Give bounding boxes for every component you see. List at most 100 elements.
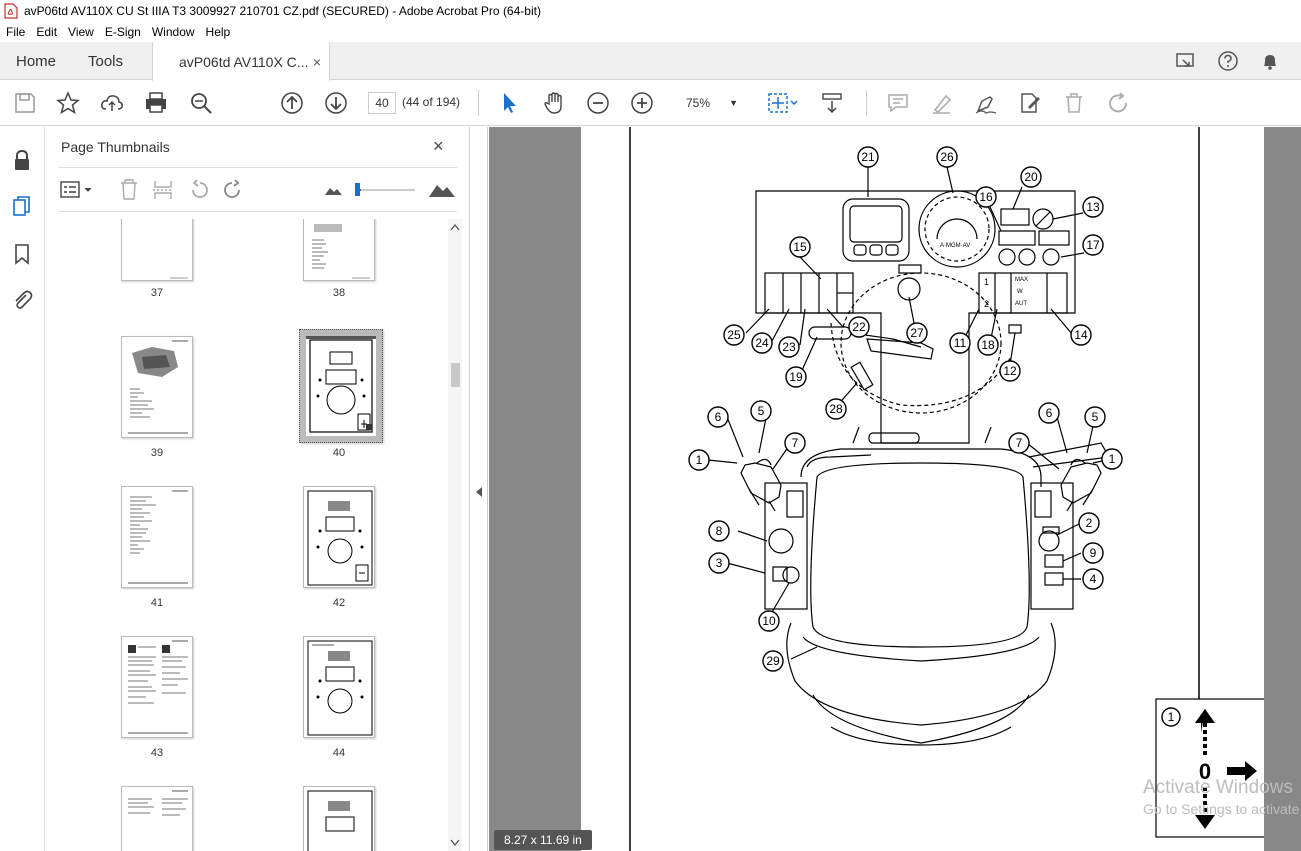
options-menu-icon[interactable] [60, 181, 92, 198]
tab-document[interactable]: avP06td AV110X C... × [152, 42, 330, 81]
svg-text:16: 16 [979, 190, 993, 204]
zoom-in-icon[interactable] [630, 91, 654, 115]
comment-icon[interactable] [886, 91, 910, 115]
svg-text:A·MGM·AV: A·MGM·AV [940, 243, 970, 249]
close-icon[interactable]: × [433, 136, 444, 157]
page-thumbnail[interactable] [121, 336, 193, 438]
svg-text:24: 24 [755, 336, 769, 350]
document-view[interactable]: 21 26 20 16 13 15 17 25 24 23 22 27 11 1… [489, 127, 1301, 851]
delete-page-icon[interactable] [121, 179, 137, 200]
svg-text:26: 26 [940, 150, 954, 164]
svg-text:4: 4 [1090, 572, 1097, 586]
bookmark-star-icon[interactable] [56, 91, 80, 115]
page-thumbnail[interactable] [121, 219, 193, 281]
page-thumbnail[interactable] [121, 486, 193, 588]
menu-window[interactable]: Window [152, 25, 195, 39]
page-number-input[interactable]: 40 [368, 92, 396, 114]
upload-cloud-icon[interactable] [100, 91, 124, 115]
extract-page-icon[interactable] [153, 181, 173, 199]
thumbnail-label: 38 [332, 287, 346, 299]
divider [59, 211, 457, 212]
lock-icon[interactable] [11, 149, 33, 171]
svg-text:8: 8 [716, 524, 723, 538]
svg-text:27: 27 [910, 326, 924, 340]
delete-trash-icon[interactable] [1062, 91, 1086, 115]
tab-tools[interactable]: Tools [88, 42, 123, 80]
menu-help[interactable]: Help [206, 25, 231, 39]
edit-form-icon[interactable] [1018, 91, 1042, 115]
scroll-down-icon[interactable] [450, 839, 460, 847]
collapse-panel-icon[interactable] [475, 487, 483, 497]
page-size-indicator: 8.27 x 11.69 in [494, 830, 592, 850]
redo-icon[interactable] [1106, 91, 1130, 115]
svg-text:12: 12 [1003, 364, 1017, 378]
page-thumbnail[interactable] [121, 636, 193, 738]
thumbnail-label: 41 [150, 597, 164, 609]
pdf-page: 21 26 20 16 13 15 17 25 24 23 22 27 11 1… [581, 127, 1293, 851]
highlight-pen-icon[interactable] [930, 91, 954, 115]
thumbnail-preview [307, 790, 373, 851]
rotate-right-icon[interactable] [224, 179, 240, 198]
rotate-left-icon[interactable] [192, 179, 208, 198]
svg-text:AUT: AUT [1015, 301, 1027, 307]
svg-text:7: 7 [792, 436, 799, 450]
next-page-icon[interactable] [324, 91, 348, 115]
page-thumbnail[interactable] [303, 786, 375, 851]
page-thumbnail[interactable] [121, 786, 193, 851]
share-screen-icon[interactable] [1175, 50, 1197, 72]
scroll-up-icon[interactable] [450, 223, 460, 231]
svg-text:6: 6 [1046, 406, 1053, 420]
zoom-search-icon[interactable] [189, 91, 213, 115]
tab-bar: Home Tools avP06td AV110X C... × [0, 42, 1301, 81]
svg-text:W: W [1017, 289, 1023, 295]
zoom-out-icon[interactable] [586, 91, 610, 115]
zoom-level-select[interactable]: 75% ▼ [678, 92, 744, 114]
panel-splitter[interactable] [470, 127, 488, 851]
bookmarks-icon[interactable] [11, 243, 33, 265]
activation-watermark-subtitle: Go to Settings to activate [1143, 801, 1300, 817]
select-cursor-icon[interactable] [498, 91, 522, 115]
page-thumbnail-selected[interactable] [299, 329, 383, 443]
tab-home[interactable]: Home [16, 42, 56, 80]
tab-close-icon[interactable]: × [313, 54, 321, 70]
panel-small-labels: A·MGM·AV MAX W AUT 1 2 [940, 243, 1028, 309]
attachments-icon[interactable] [11, 289, 33, 311]
page-thumbnail[interactable] [303, 219, 375, 281]
small-thumbnail-icon[interactable] [325, 188, 342, 195]
hand-tool-icon[interactable] [542, 91, 566, 115]
print-icon[interactable] [144, 91, 168, 115]
svg-text:13: 13 [1086, 200, 1100, 214]
svg-text:20: 20 [1024, 170, 1038, 184]
thumbnail-label: 39 [150, 447, 164, 459]
divider [59, 167, 457, 168]
page-thumbnails-icon[interactable] [11, 195, 33, 217]
thumbnail-size-slider[interactable] [355, 183, 415, 196]
scrollbar-thumb[interactable] [451, 363, 460, 387]
svg-text:23: 23 [782, 340, 796, 354]
save-icon[interactable] [13, 91, 37, 115]
bell-icon[interactable] [1259, 50, 1281, 72]
svg-text:MAX: MAX [1015, 277, 1028, 283]
menu-edit[interactable]: Edit [36, 25, 57, 39]
thumbnail-preview [128, 490, 188, 584]
previous-page-icon[interactable] [280, 91, 304, 115]
svg-text:3: 3 [716, 556, 723, 570]
svg-text:22: 22 [852, 320, 866, 334]
menu-view[interactable]: View [68, 25, 94, 39]
svg-text:7: 7 [1016, 436, 1023, 450]
sign-pen-icon[interactable] [974, 91, 998, 115]
scroll-mode-icon[interactable] [820, 91, 844, 115]
thumbnail-scrollbar[interactable] [448, 219, 462, 851]
large-thumbnail-icon[interactable] [429, 185, 455, 197]
svg-text:15: 15 [793, 240, 807, 254]
help-icon[interactable] [1217, 50, 1239, 72]
thumbnail-preview [307, 490, 373, 586]
menu-esign[interactable]: E-Sign [105, 25, 141, 39]
tabbar-right-icons [1175, 42, 1301, 80]
menu-file[interactable]: File [6, 25, 25, 39]
toolbar-separator [866, 90, 867, 116]
page-thumbnail[interactable] [303, 486, 375, 588]
thumbnail-label: 40 [332, 447, 346, 459]
fit-page-icon[interactable] [766, 91, 800, 115]
page-thumbnail[interactable] [303, 636, 375, 738]
